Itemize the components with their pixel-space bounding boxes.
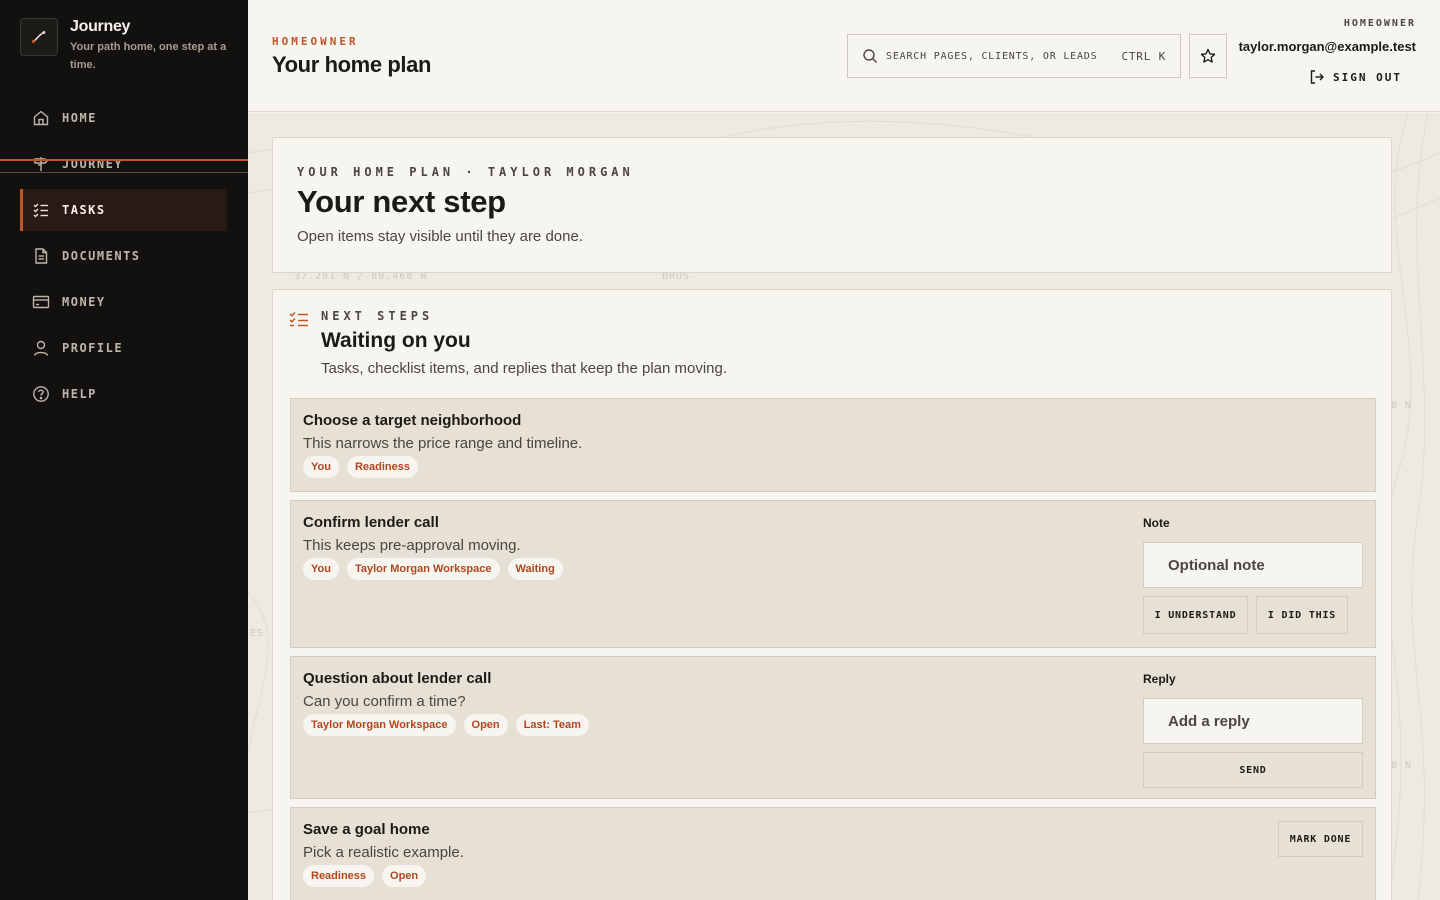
page-kicker: HOMEOWNER: [272, 35, 359, 48]
panel-subtitle: Tasks, checklist items, and replies that…: [321, 360, 728, 377]
map-coordinate-label: 0 N: [1391, 760, 1413, 771]
note-label: Note: [1143, 516, 1170, 530]
map-coordinate-label: 0 N: [1391, 400, 1413, 411]
mark-done-button[interactable]: MARK DONE: [1278, 821, 1363, 857]
sidebar-item-label: MONEY: [62, 295, 106, 309]
checklist-icon: [33, 203, 48, 218]
hero-eyebrow: YOUR HOME PLAN · TAYLOR MORGAN: [297, 165, 634, 179]
task-item: Save a goal home Pick a realistic exampl…: [290, 807, 1376, 900]
help-icon: [33, 386, 49, 402]
top-header: HOMEOWNER Your home plan CTRL K HOMEOWNE…: [248, 0, 1440, 112]
task-title: Save a goal home: [303, 821, 430, 838]
home-icon: [33, 110, 49, 126]
task-tag: Open: [382, 865, 427, 887]
hero-title: Your next step: [297, 184, 506, 219]
document-icon: [35, 248, 48, 264]
sidebar-item-journey[interactable]: JOURNEY: [0, 143, 248, 185]
task-tag: You: [303, 456, 339, 478]
send-button[interactable]: SEND: [1143, 752, 1363, 788]
sidebar-item-label: JOURNEY: [62, 157, 124, 171]
task-tags: Readiness Open: [303, 865, 434, 887]
user-role: HOMEOWNER: [1343, 18, 1416, 29]
task-description: Can you confirm a time?: [303, 693, 466, 710]
search-icon: [863, 49, 877, 63]
sign-out-label: SIGN OUT: [1333, 70, 1402, 84]
task-tag: Taylor Morgan Workspace: [303, 714, 456, 736]
task-tags: Taylor Morgan Workspace Open Last: Team: [303, 714, 597, 736]
task-reply-form: Reply SEND: [1143, 672, 1363, 788]
i-did-this-button[interactable]: I DID THIS: [1256, 596, 1348, 634]
search-shortcut: CTRL K: [1121, 49, 1166, 63]
reply-label: Reply: [1143, 672, 1176, 686]
task-tag: Open: [463, 714, 508, 736]
task-tag: Readiness: [303, 865, 375, 887]
signpost-icon: [34, 157, 48, 171]
favorite-button[interactable]: [1189, 34, 1227, 78]
brand-title: Journey: [70, 18, 131, 35]
hero-subtitle: Open items stay visible until they are d…: [297, 228, 583, 245]
star-icon: [1200, 48, 1216, 63]
panel-title: Waiting on you: [321, 329, 471, 352]
task-tag: Taylor Morgan Workspace: [346, 558, 500, 580]
next-steps-panel: NEXT STEPS Waiting on you Tasks, checkli…: [272, 289, 1392, 900]
task-note-form: Note I UNDERSTAND I DID THIS: [1143, 516, 1363, 634]
task-title: Choose a target neighborhood: [303, 412, 522, 429]
map-place-label: ES: [250, 628, 265, 639]
checklist-icon: [289, 310, 309, 333]
sidebar-item-help[interactable]: HELP: [20, 373, 227, 415]
sidebar-item-tasks[interactable]: TASKS: [20, 189, 227, 231]
sign-out-button[interactable]: SIGN OUT: [1309, 69, 1402, 85]
sidebar-item-money[interactable]: MONEY: [20, 281, 227, 323]
sidebar-item-label: TASKS: [62, 203, 106, 217]
task-tag: You: [303, 558, 339, 580]
reply-input[interactable]: [1143, 698, 1363, 744]
search-box[interactable]: CTRL K: [847, 34, 1181, 78]
task-tag: Readiness: [346, 456, 418, 478]
user-icon: [33, 340, 49, 356]
task-item[interactable]: Choose a target neighborhood This narrow…: [290, 398, 1376, 492]
task-description: This narrows the price range and timelin…: [303, 435, 583, 452]
task-description: Pick a realistic example.: [303, 844, 464, 861]
hero-card: YOUR HOME PLAN · TAYLOR MORGAN Your next…: [272, 137, 1392, 273]
sidebar-item-label: PROFILE: [62, 341, 124, 355]
sidebar-item-label: DOCUMENTS: [62, 249, 141, 263]
page-title: Your home plan: [272, 52, 432, 77]
task-tag: Last: Team: [515, 714, 589, 736]
task-title: Question about lender call: [303, 670, 492, 687]
sign-out-icon: [1310, 70, 1325, 84]
panel-eyebrow: NEXT STEPS: [321, 309, 434, 323]
task-item: Confirm lender call This keeps pre-appro…: [290, 500, 1376, 648]
sidebar-item-documents[interactable]: DOCUMENTS: [20, 235, 227, 277]
card-icon: [32, 295, 50, 309]
i-understand-button[interactable]: I UNDERSTAND: [1143, 596, 1248, 634]
sidebar-item-label: HOME: [62, 111, 97, 125]
sidebar: Journey Your path home, one step at a ti…: [0, 0, 248, 900]
task-tag: Waiting: [507, 558, 563, 580]
sidebar-nav: HOME JOURNEY TASKS DOCUMENTS MONEY PROFI…: [0, 97, 248, 419]
user-email: taylor.morgan@example.test: [1238, 39, 1416, 54]
search-input[interactable]: [886, 50, 1122, 62]
task-tags: You Readiness: [303, 456, 426, 478]
sidebar-item-home[interactable]: HOME: [20, 97, 227, 139]
note-input[interactable]: [1143, 542, 1363, 588]
brand[interactable]: Journey Your path home, one step at a ti…: [20, 18, 230, 74]
brand-subtitle: Your path home, one step at a time.: [70, 41, 227, 71]
sidebar-item-label: HELP: [62, 387, 97, 401]
task-tags: You Taylor Morgan Workspace Waiting: [303, 558, 571, 580]
task-description: This keeps pre-approval moving.: [303, 537, 521, 554]
journey-logo-icon: [20, 18, 58, 56]
task-item: Question about lender call Can you confi…: [290, 656, 1376, 799]
task-title: Confirm lender call: [303, 514, 439, 531]
sidebar-item-profile[interactable]: PROFILE: [20, 327, 227, 369]
